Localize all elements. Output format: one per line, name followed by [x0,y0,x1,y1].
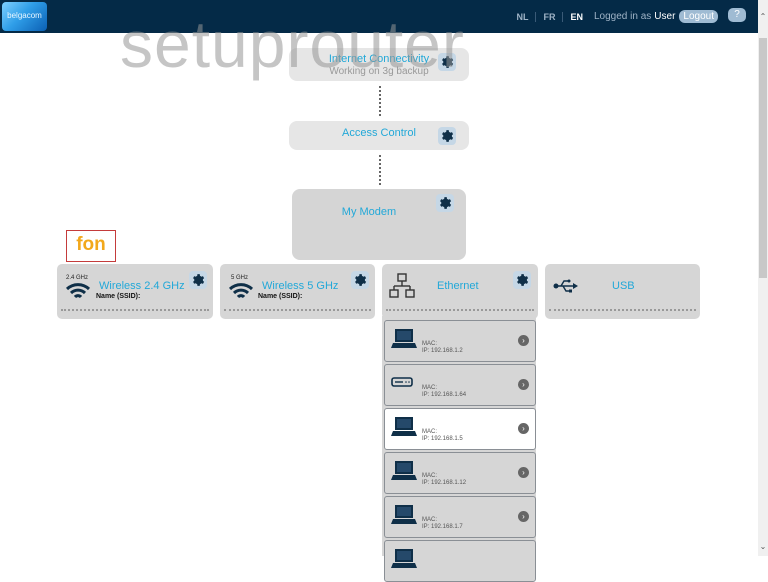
connector-line [379,86,383,116]
gear-icon[interactable] [438,127,456,145]
band-label: 5 GHz [231,275,249,281]
help-button[interactable]: ? [728,8,746,22]
divider [549,309,696,311]
laptop-icon [391,549,417,568]
access-control-node[interactable]: Access Control [289,121,469,150]
divider [386,309,534,311]
usb-title: USB [612,280,635,292]
ethernet-card[interactable]: Ethernet [382,264,538,319]
device-mac: MAC: [422,429,437,435]
fon-logo[interactable]: fon [66,230,116,262]
wireless-24-title: Wireless 2.4 GHz [99,280,185,292]
device-ip: IP: 192.168.1.7 [422,524,463,530]
device-ip: IP: 192.168.1.2 [422,348,463,354]
belgacom-logo[interactable]: belgacom [2,2,47,31]
wifi-icon [65,283,91,299]
logo-text: belgacom [7,11,42,20]
laptop-icon [391,329,417,348]
device-mac: MAC: [422,517,437,523]
lang-fr[interactable]: FR [535,11,562,22]
laptop-icon [391,417,417,436]
watermark: setuprouter [120,7,465,81]
scroll-up-icon[interactable]: ⌃ [758,0,768,33]
wireless-24-card[interactable]: 2.4 GHz Wireless 2.4 GHz Name (SSID): [57,264,213,319]
device-item[interactable]: MAC: IP: 192.168.1.64 › [384,364,536,406]
scroll-down-icon[interactable]: ⌄ [758,542,768,556]
device-mac: MAC: [422,341,437,347]
device-ip: IP: 192.168.1.64 [422,392,467,398]
wireless-5-card[interactable]: 5 GHz Wireless 5 GHz Name (SSID): [220,264,375,319]
chevron-right-icon[interactable]: › [518,335,529,346]
device-item[interactable] [384,540,536,582]
chevron-right-icon[interactable]: › [518,423,529,434]
device-ip: IP: 192.168.1.12 [422,480,467,486]
ssid-label: Name (SSID): [96,293,141,300]
lang-en[interactable]: EN [562,11,590,22]
my-modem-node[interactable]: My Modem [292,189,466,260]
gear-icon[interactable] [513,271,531,289]
divider [61,309,209,311]
scrollbar[interactable]: ⌃ ⌄ [758,0,768,556]
logout-button[interactable]: Logout [679,10,718,23]
wireless-5-title: Wireless 5 GHz [262,280,339,292]
user-name: User [654,11,676,22]
connector-line [379,155,383,185]
logged-in-label: Logged in as [594,11,652,22]
device-item[interactable]: MAC: IP: 192.168.1.12 › [384,452,536,494]
chevron-right-icon[interactable]: › [518,511,529,522]
scrollbar-thumb[interactable] [759,38,767,278]
network-icon [389,273,415,298]
usb-card[interactable]: USB [545,264,700,319]
gear-icon[interactable] [189,271,207,289]
wifi-icon [228,283,254,299]
language-selector: NL FR EN Logged in as User Logout [509,0,718,33]
lang-nl[interactable]: NL [509,12,535,22]
set-top-box-icon [391,377,413,387]
gear-icon[interactable] [436,194,454,212]
device-mac: MAC: [422,385,437,391]
laptop-icon [391,461,417,480]
ssid-label: Name (SSID): [258,293,303,300]
ethernet-title: Ethernet [437,280,479,292]
band-label: 2.4 GHz [66,275,89,281]
device-item[interactable]: MAC: IP: 192.168.1.2 › [384,320,536,362]
device-mac: MAC: [422,473,437,479]
chevron-right-icon[interactable]: › [518,379,529,390]
device-item-selected[interactable]: MAC: IP: 192.168.1.5 › [384,408,536,450]
usb-icon [553,279,578,293]
device-item[interactable]: MAC: IP: 192.168.1.7 › [384,496,536,538]
divider [224,309,371,311]
chevron-right-icon[interactable]: › [518,467,529,478]
gear-icon[interactable] [351,271,369,289]
device-ip: IP: 192.168.1.5 [422,436,463,442]
laptop-icon [391,505,417,524]
